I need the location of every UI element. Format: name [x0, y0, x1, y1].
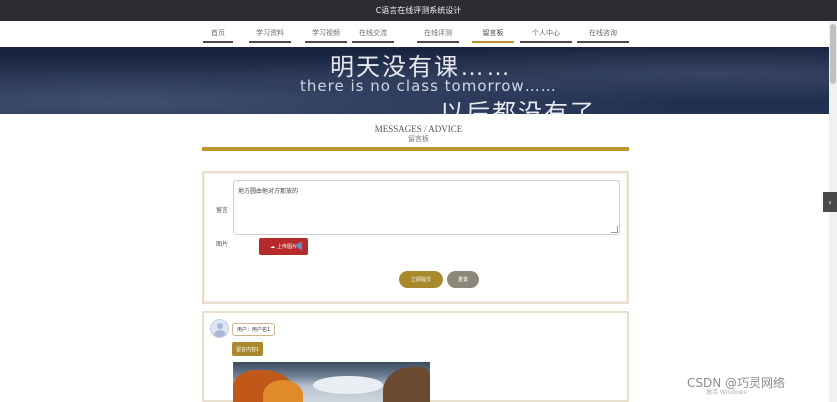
- nav-item-online-consult[interactable]: 在线咨询: [577, 27, 629, 43]
- photo-cloud: [313, 376, 383, 394]
- photo-rock: [383, 367, 430, 402]
- resize-handle-icon[interactable]: [611, 226, 618, 233]
- submit-button[interactable]: 立即提交: [399, 271, 443, 288]
- message-textarea[interactable]: 地方圆由他对方那放的: [233, 180, 620, 235]
- avatar-body: [214, 330, 226, 337]
- side-collapse-tab[interactable]: ‹: [823, 192, 837, 212]
- csdn-watermark: CSDN @巧灵网络: [687, 376, 786, 390]
- image-label: 图片: [216, 241, 229, 248]
- main-nav: 首页 学习资料 学习视频 在线交流 在线评测 留言板 个人中心 在线咨询: [0, 21, 837, 47]
- chevron-left-icon: ‹: [828, 197, 832, 207]
- reset-button[interactable]: 重置: [447, 271, 479, 288]
- avatar-head: [217, 323, 223, 329]
- section-divider: [202, 147, 629, 151]
- app-title: C语言在线评测系统设计: [375, 6, 462, 15]
- nav-item-online-forum[interactable]: 在线交流: [352, 27, 394, 43]
- nav-item-study-materials[interactable]: 学习资料: [249, 27, 291, 43]
- hero-banner: 明天没有课…… there is no class tomorrow…… 以后都…: [0, 47, 837, 114]
- nav-item-message-board[interactable]: 留言板: [472, 27, 514, 43]
- comment-user-name: 用户：用户名1: [232, 323, 276, 336]
- nav-item-study-videos[interactable]: 学习视频: [305, 27, 347, 43]
- message-label: 留言: [216, 207, 229, 214]
- nav-item-home[interactable]: 首页: [203, 27, 233, 43]
- photo-tree: [263, 380, 303, 402]
- section-title-cn: 留言板: [408, 135, 429, 143]
- comment-content: 留言内容1: [232, 342, 264, 356]
- app-title-bar: C语言在线评测系统设计: [0, 0, 837, 21]
- nav-item-user-center[interactable]: 个人中心: [520, 27, 572, 43]
- nav-item-online-test[interactable]: 在线评测: [417, 27, 459, 43]
- comment-image: [233, 362, 430, 402]
- section-title-en: MESSAGES / ADVICE: [374, 124, 463, 134]
- scrollbar-thumb[interactable]: [830, 24, 836, 84]
- banner-text-line3: 以后都没有了……: [440, 100, 648, 114]
- cloud-upload-icon: ☁: [269, 243, 275, 250]
- message-text: 地方圆由他对方那放的: [238, 188, 299, 195]
- avatar: [210, 319, 229, 338]
